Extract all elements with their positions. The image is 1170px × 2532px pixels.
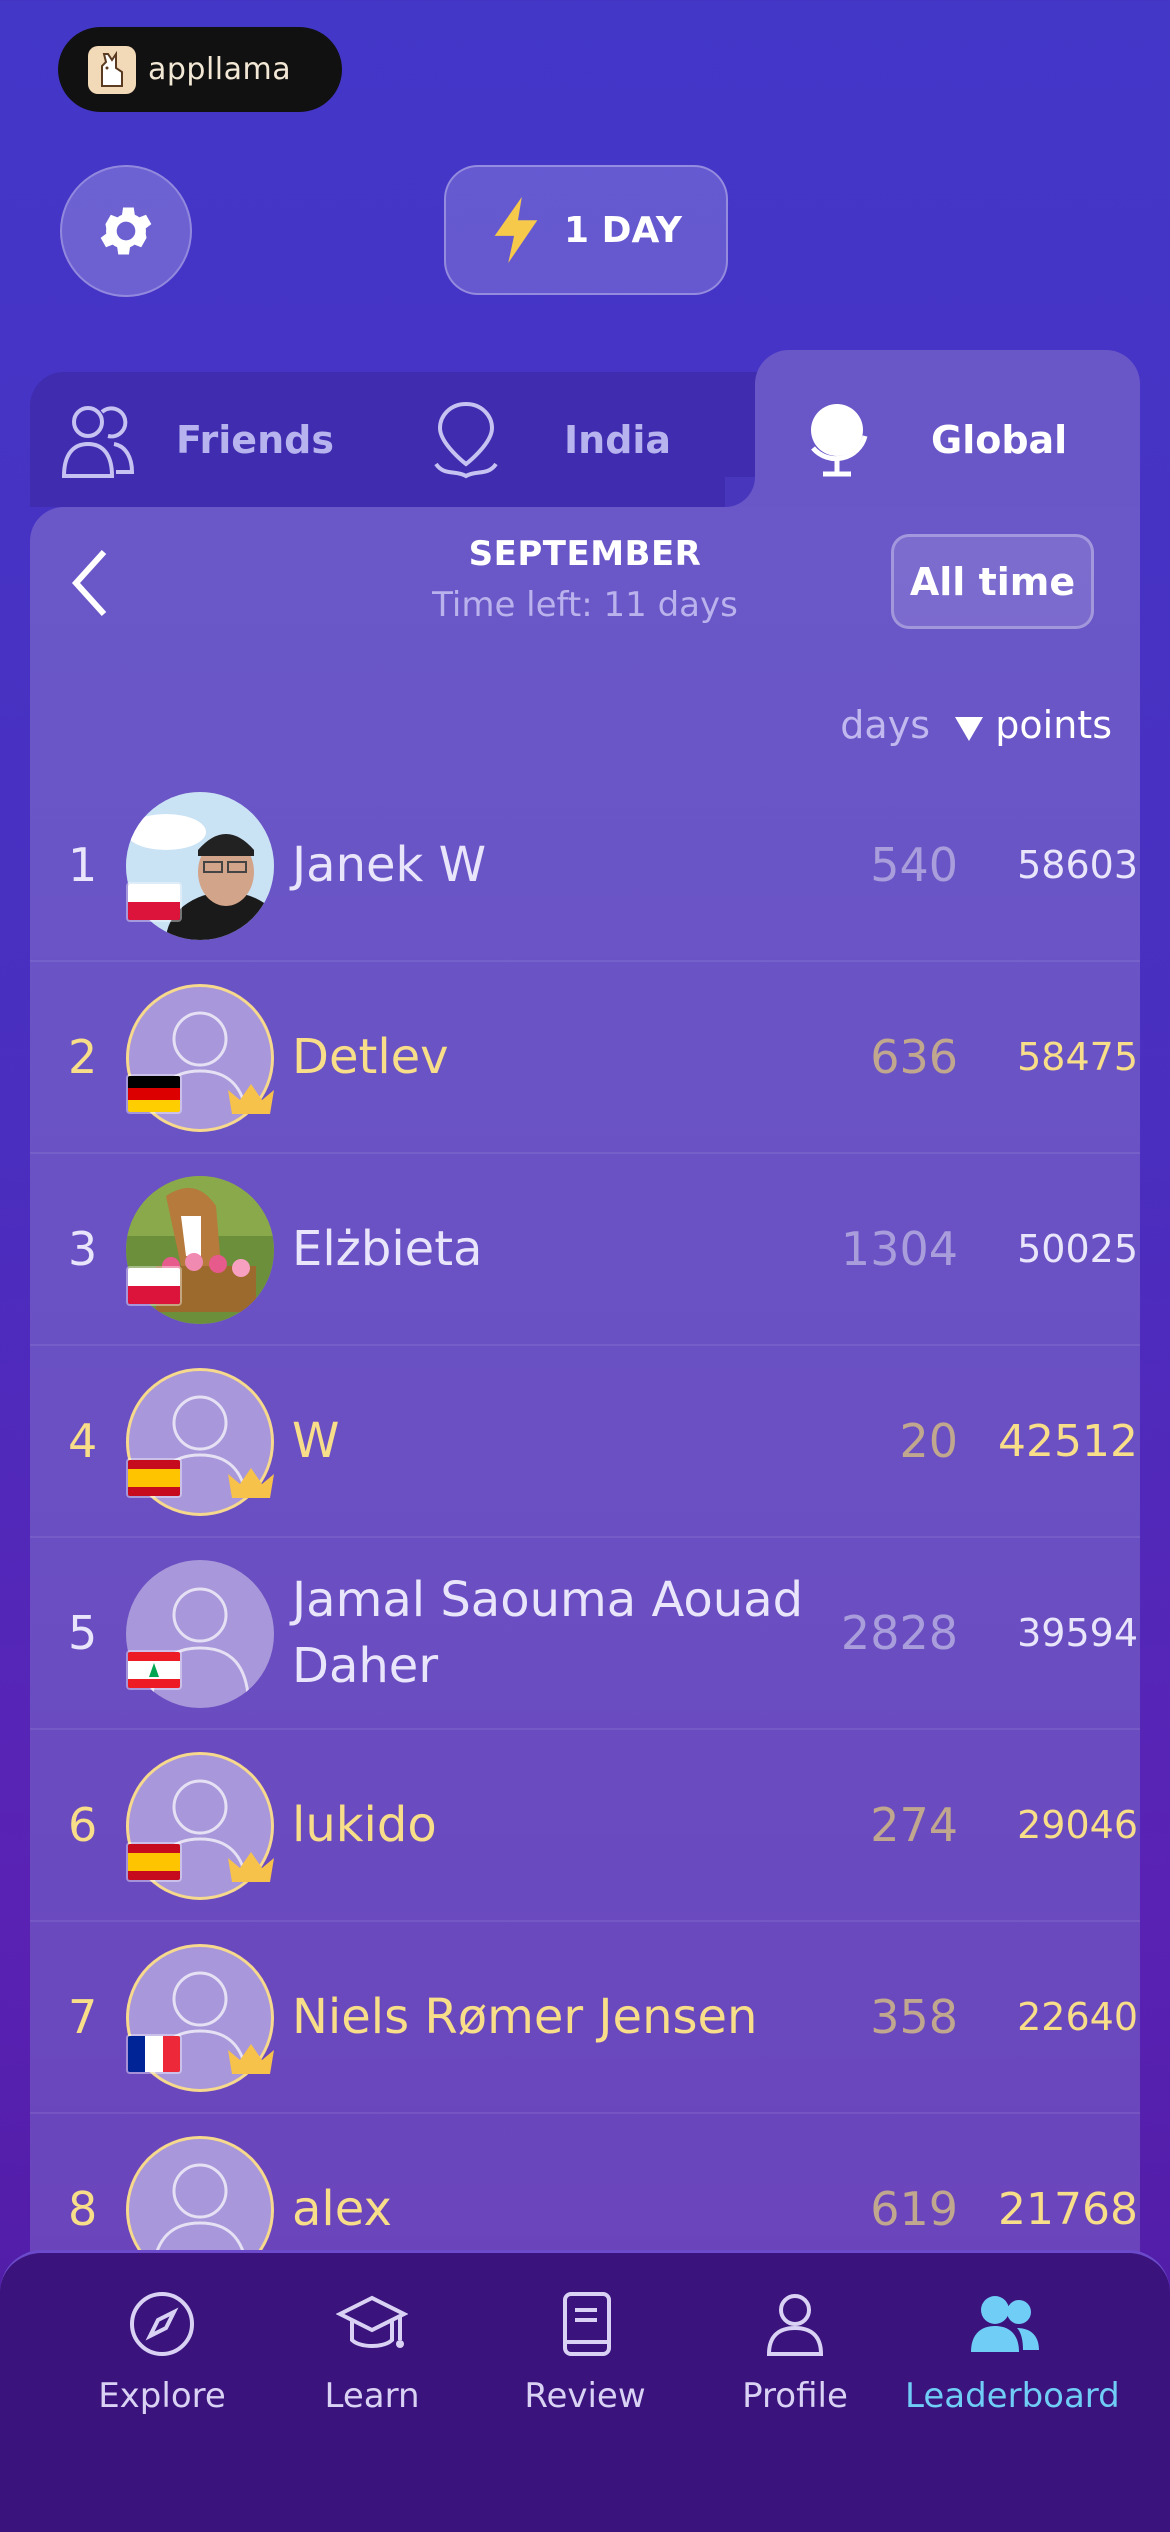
map-pin-icon [434, 401, 498, 478]
streak-button[interactable]: 1 DAY [444, 165, 728, 295]
days-column-header[interactable]: days [800, 703, 930, 747]
tab-india-label: India [564, 417, 672, 462]
leaderboard-row[interactable]: 6 lukido 274 29046 [30, 1730, 1140, 1922]
rank-number: 7 [68, 1990, 98, 2044]
leaderboard-row[interactable]: 2 Detlev 636 58475 [30, 962, 1140, 1154]
leaderboard-row[interactable]: 3 Elżbieta 1304 50025 [30, 1154, 1140, 1346]
graduation-cap-icon [336, 2295, 408, 2348]
leaderboard-row[interactable]: 7 Niels Rømer Jensen 358 22640 [30, 1922, 1140, 2114]
user-name: W [292, 1413, 340, 1469]
tab-friends[interactable]: Friends [60, 372, 360, 507]
user-points: 39594 [1017, 1611, 1138, 1655]
month-title: SEPTEMBER [468, 534, 702, 574]
book-icon [563, 2292, 611, 2356]
user-points: 58603 [1017, 843, 1138, 887]
nav-leaderboard[interactable]: Leaderboard [905, 2288, 1120, 2416]
nav-learn-label: Learn [324, 2376, 420, 2416]
crown-icon [228, 1468, 274, 1498]
user-days: 358 [870, 1990, 958, 2044]
user-points: 50025 [1017, 1227, 1138, 1271]
brand-name: appllama [148, 52, 292, 87]
flag-lebanon-icon [126, 1650, 182, 1690]
time-left-text: Time left: 11 days [432, 585, 738, 625]
nav-explore-label: Explore [98, 2376, 226, 2416]
flag-germany-icon [126, 1074, 182, 1114]
user-days: 2828 [840, 1606, 958, 1660]
crown-icon [228, 1852, 274, 1882]
leaderboard-row[interactable]: 1 Janek W 540 58603 [30, 770, 1140, 962]
user-name: Niels Rømer Jensen [292, 1989, 758, 2045]
points-column-header[interactable]: points [952, 703, 1112, 747]
compass-icon [130, 2292, 194, 2356]
user-points: 58475 [1017, 1035, 1138, 1079]
nav-profile-label: Profile [742, 2376, 848, 2416]
user-days: 540 [870, 838, 958, 892]
rank-number: 2 [68, 1030, 98, 1084]
user-points: 22640 [1017, 1995, 1138, 2039]
nav-review[interactable]: Review [485, 2288, 685, 2416]
tab-global[interactable]: Global [805, 372, 1135, 507]
nav-learn[interactable]: Learn [272, 2288, 472, 2416]
user-name: Jamal Saouma Aouad Daher [292, 1572, 804, 1694]
tab-friends-label: Friends [176, 417, 334, 462]
nav-explore[interactable]: Explore [62, 2288, 262, 2416]
crown-icon [228, 2044, 274, 2074]
chevron-left-icon[interactable] [68, 548, 112, 618]
rank-number: 5 [68, 1606, 98, 1660]
gear-icon [100, 207, 152, 255]
leaderboard-row[interactable]: 4 W 20 42512 [30, 1346, 1140, 1538]
user-days: 274 [870, 1798, 958, 1852]
user-icon [766, 2294, 824, 2356]
crown-icon [228, 1084, 274, 1114]
nav-review-label: Review [524, 2376, 646, 2416]
settings-button[interactable] [60, 165, 192, 297]
globe-icon [811, 403, 868, 476]
flag-spain-icon [126, 1458, 182, 1498]
user-name: Detlev [292, 1029, 449, 1085]
flag-france-icon [126, 2034, 182, 2074]
llama-logo-icon [88, 45, 136, 94]
rank-number: 6 [68, 1798, 98, 1852]
lightning-icon [494, 197, 538, 263]
flag-poland-icon [126, 882, 182, 922]
user-points: 42512 [998, 1415, 1138, 1467]
streak-label: 1 DAY [564, 209, 682, 251]
user-name: Janek W [292, 837, 487, 893]
all-time-button[interactable]: All time [891, 534, 1094, 629]
friends-icon [61, 405, 135, 478]
appllama-badge[interactable]: appllama [58, 27, 342, 112]
rank-number: 4 [68, 1414, 98, 1468]
user-name: Elżbieta [292, 1221, 483, 1277]
user-days: 636 [870, 1030, 958, 1084]
rank-number: 1 [68, 838, 98, 892]
rank-number: 3 [68, 1222, 98, 1276]
user-points: 29046 [1017, 1803, 1138, 1847]
nav-profile[interactable]: Profile [695, 2288, 895, 2416]
tab-india[interactable]: India [428, 372, 728, 507]
leaderboard-row[interactable]: 5 Jamal Saouma Aouad Daher 2828 39594 [30, 1538, 1140, 1730]
user-days: 20 [899, 1414, 958, 1468]
tab-global-label: Global [931, 417, 1068, 462]
user-days: 1304 [840, 1222, 958, 1276]
flag-spain-icon [126, 1842, 182, 1882]
users-icon [971, 2296, 1039, 2352]
flag-poland-icon [126, 1266, 182, 1306]
user-name: lukido [292, 1797, 437, 1853]
nav-leaderboard-label: Leaderboard [905, 2376, 1120, 2416]
